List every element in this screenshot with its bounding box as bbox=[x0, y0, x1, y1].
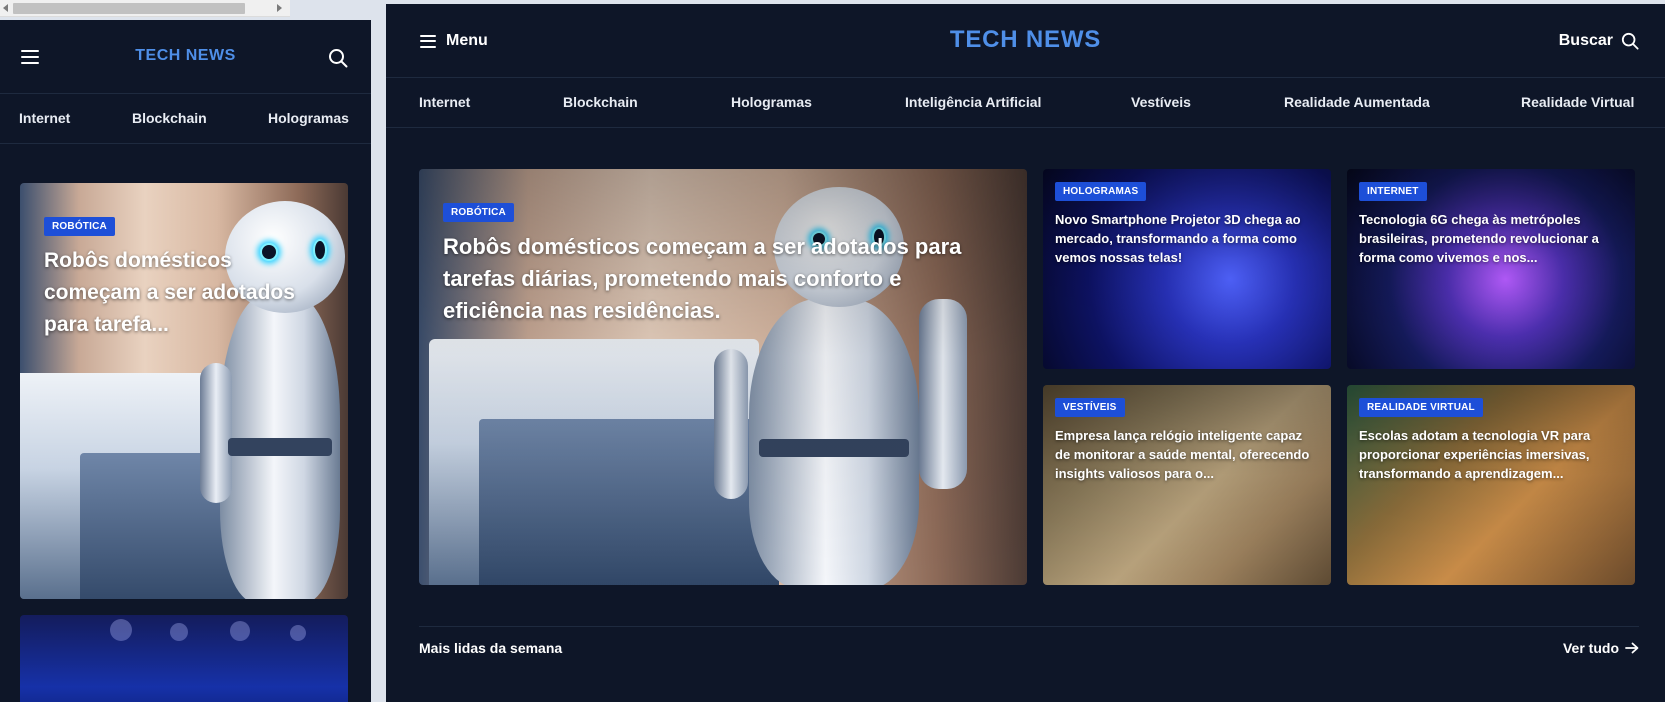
search-label[interactable]: Buscar bbox=[1559, 32, 1613, 50]
mobile-header: TECH NEWS bbox=[0, 20, 371, 94]
mobile-featured-title[interactable]: Robôs domésticos começam a ser adotados … bbox=[44, 245, 324, 341]
scrollbar-thumb[interactable] bbox=[13, 3, 245, 14]
category-badge[interactable]: ROBÓTICA bbox=[443, 203, 514, 222]
nav-item-hologramas[interactable]: Hologramas bbox=[731, 94, 812, 110]
article-title[interactable]: Escolas adotam a tecnologia VR para prop… bbox=[1359, 426, 1621, 483]
horizontal-scrollbar[interactable] bbox=[0, 0, 290, 17]
mobile-featured-card[interactable]: ROBÓTICA Robôs domésticos começam a ser … bbox=[20, 183, 348, 599]
category-badge[interactable]: HOLOGRAMAS bbox=[1055, 182, 1147, 201]
search-icon[interactable] bbox=[328, 48, 348, 68]
search-button[interactable]: Buscar bbox=[1559, 32, 1639, 50]
desktop-page: Menu TECH NEWS Buscar Internet Blockchai… bbox=[386, 4, 1665, 702]
arrow-right-icon[interactable] bbox=[1625, 642, 1639, 654]
scroll-left-arrow-icon[interactable] bbox=[3, 4, 8, 12]
mobile-logo[interactable]: TECH NEWS bbox=[0, 47, 371, 65]
category-badge[interactable]: INTERNET bbox=[1359, 182, 1427, 201]
mobile-nav: Internet Blockchain Hologramas bbox=[0, 94, 371, 144]
article-card-hologramas[interactable]: HOLOGRAMAS Novo Smartphone Projetor 3D c… bbox=[1043, 169, 1331, 369]
scroll-right-arrow-icon[interactable] bbox=[277, 4, 282, 12]
site-logo[interactable]: TECH NEWS bbox=[386, 26, 1665, 54]
category-badge[interactable]: ROBÓTICA bbox=[44, 217, 115, 236]
mobile-nav-item-blockchain[interactable]: Blockchain bbox=[132, 110, 207, 126]
mobile-preview: TECH NEWS Internet Blockchain Hologramas… bbox=[0, 20, 371, 702]
category-nav: Internet Blockchain Hologramas Inteligên… bbox=[386, 78, 1665, 128]
section-divider bbox=[419, 626, 1639, 627]
mobile-second-card[interactable] bbox=[20, 615, 348, 702]
article-card-vestiveis[interactable]: VESTÍVEIS Empresa lança relógio intelige… bbox=[1043, 385, 1331, 585]
site-header: Menu TECH NEWS Buscar bbox=[386, 4, 1665, 78]
article-card-internet[interactable]: INTERNET Tecnologia 6G chega às metrópol… bbox=[1347, 169, 1635, 369]
see-all-link[interactable]: Ver tudo bbox=[1563, 640, 1639, 656]
article-title[interactable]: Empresa lança relógio inteligente capaz … bbox=[1055, 426, 1317, 483]
see-all-label[interactable]: Ver tudo bbox=[1563, 640, 1619, 656]
nav-item-realidade-aumentada[interactable]: Realidade Aumentada bbox=[1284, 94, 1430, 110]
article-card-realidade-virtual[interactable]: REALIDADE VIRTUAL Escolas adotam a tecno… bbox=[1347, 385, 1635, 585]
nav-item-internet[interactable]: Internet bbox=[419, 94, 470, 110]
nav-item-inteligencia-artificial[interactable]: Inteligência Artificial bbox=[905, 94, 1041, 110]
article-title[interactable]: Novo Smartphone Projetor 3D chega ao mer… bbox=[1055, 210, 1317, 267]
featured-title[interactable]: Robôs domésticos começam a ser adotados … bbox=[443, 231, 983, 327]
section-title: Mais lidas da semana bbox=[419, 640, 563, 656]
mobile-nav-item-internet[interactable]: Internet bbox=[19, 110, 70, 126]
nav-item-blockchain[interactable]: Blockchain bbox=[563, 94, 638, 110]
category-badge[interactable]: REALIDADE VIRTUAL bbox=[1359, 398, 1483, 417]
nav-item-realidade-virtual[interactable]: Realidade Virtual bbox=[1521, 94, 1634, 110]
featured-card[interactable]: ROBÓTICA Robôs domésticos começam a ser … bbox=[419, 169, 1027, 585]
category-badge[interactable]: VESTÍVEIS bbox=[1055, 398, 1125, 417]
search-icon[interactable] bbox=[1621, 32, 1639, 50]
article-title[interactable]: Tecnologia 6G chega às metrópoles brasil… bbox=[1359, 210, 1621, 267]
mobile-nav-item-hologramas[interactable]: Hologramas bbox=[268, 110, 349, 126]
nav-item-vestiveis[interactable]: Vestíveis bbox=[1131, 94, 1191, 110]
